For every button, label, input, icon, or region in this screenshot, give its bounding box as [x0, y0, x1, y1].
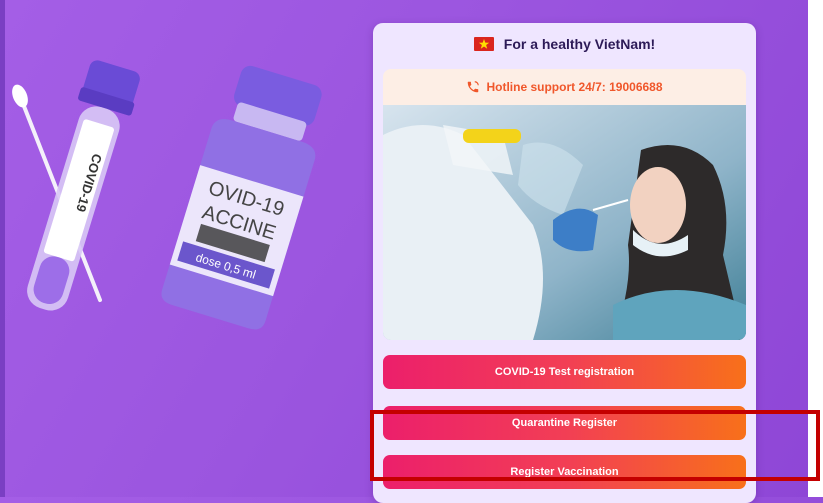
left-edge-strip [0, 0, 5, 497]
hotline-banner[interactable]: Hotline support 24/7: 19006688 [383, 69, 746, 105]
vaccine-vial-icon: OVID-19 ACCINE dose 0,5 ml [161, 65, 322, 330]
card-header: For a healthy VietNam! [373, 33, 756, 55]
vietnam-flag-icon [473, 37, 494, 51]
test-tube-icon: COVID-19 [27, 60, 140, 311]
card-title: For a healthy VietNam! [503, 36, 656, 52]
phone-icon [468, 81, 480, 93]
swab-test-photo [383, 105, 746, 340]
quarantine-register-button[interactable]: Quarantine Register [383, 406, 746, 440]
covid-test-registration-button[interactable]: COVID-19 Test registration [383, 355, 746, 389]
right-edge [808, 0, 823, 497]
hotline-text: Hotline support 24/7: 19006688 [486, 80, 663, 94]
register-vaccination-button[interactable]: Register Vaccination [383, 455, 746, 489]
hero-illustration: COVID-19 OVID-19 ACCINE dose 0,5 ml [12, 60, 322, 330]
registration-card: For a healthy VietNam! Hotline support 2… [373, 23, 756, 503]
